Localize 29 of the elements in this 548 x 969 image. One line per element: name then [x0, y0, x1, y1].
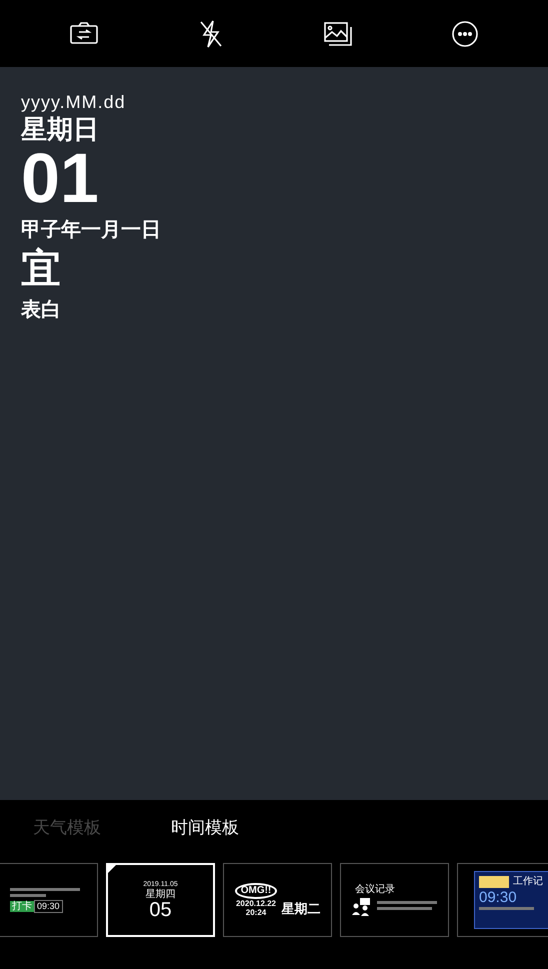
template-tab[interactable]: 时间模板	[171, 814, 239, 840]
lunar-date-text: 甲子年一月一日	[21, 216, 161, 242]
time-text: 09:30	[479, 889, 518, 906]
text-placeholder-line	[377, 907, 432, 910]
text-placeholder-line	[10, 888, 80, 890]
weekday-text: 星期四	[146, 888, 176, 900]
speech-bubble: OMG!!	[234, 883, 278, 899]
text-placeholder-line	[377, 901, 437, 904]
tag-label	[479, 876, 509, 888]
date-format-text: yyyy.MM.dd	[21, 92, 126, 112]
day-number: 01	[21, 146, 99, 210]
day-number: 05	[149, 900, 172, 920]
text-placeholder-line	[10, 894, 46, 896]
tag-text: 工作记	[513, 876, 543, 888]
text-placeholder-line	[479, 907, 534, 910]
people-icon	[351, 898, 371, 916]
time-text: 09:30	[34, 900, 63, 912]
time-text: 20:24	[246, 908, 266, 917]
suitable-label: 宜	[21, 244, 61, 294]
weekday-text: 星期二	[281, 901, 320, 917]
date-text: 2020.12.22	[236, 899, 276, 908]
weekday-text: 星期日	[21, 114, 99, 146]
check-in-badge: 打卡	[10, 900, 34, 912]
meeting-title: 会议记录	[355, 884, 395, 896]
template-thumbnail[interactable]: 工作记 09:30	[457, 863, 548, 937]
template-thumbnail[interactable]: 会议记录	[340, 863, 449, 937]
corner-triangle-icon	[108, 865, 116, 873]
template-thumbnail[interactable]: 打卡 09:30	[0, 863, 98, 937]
suitable-item-text: 表白	[21, 296, 61, 322]
